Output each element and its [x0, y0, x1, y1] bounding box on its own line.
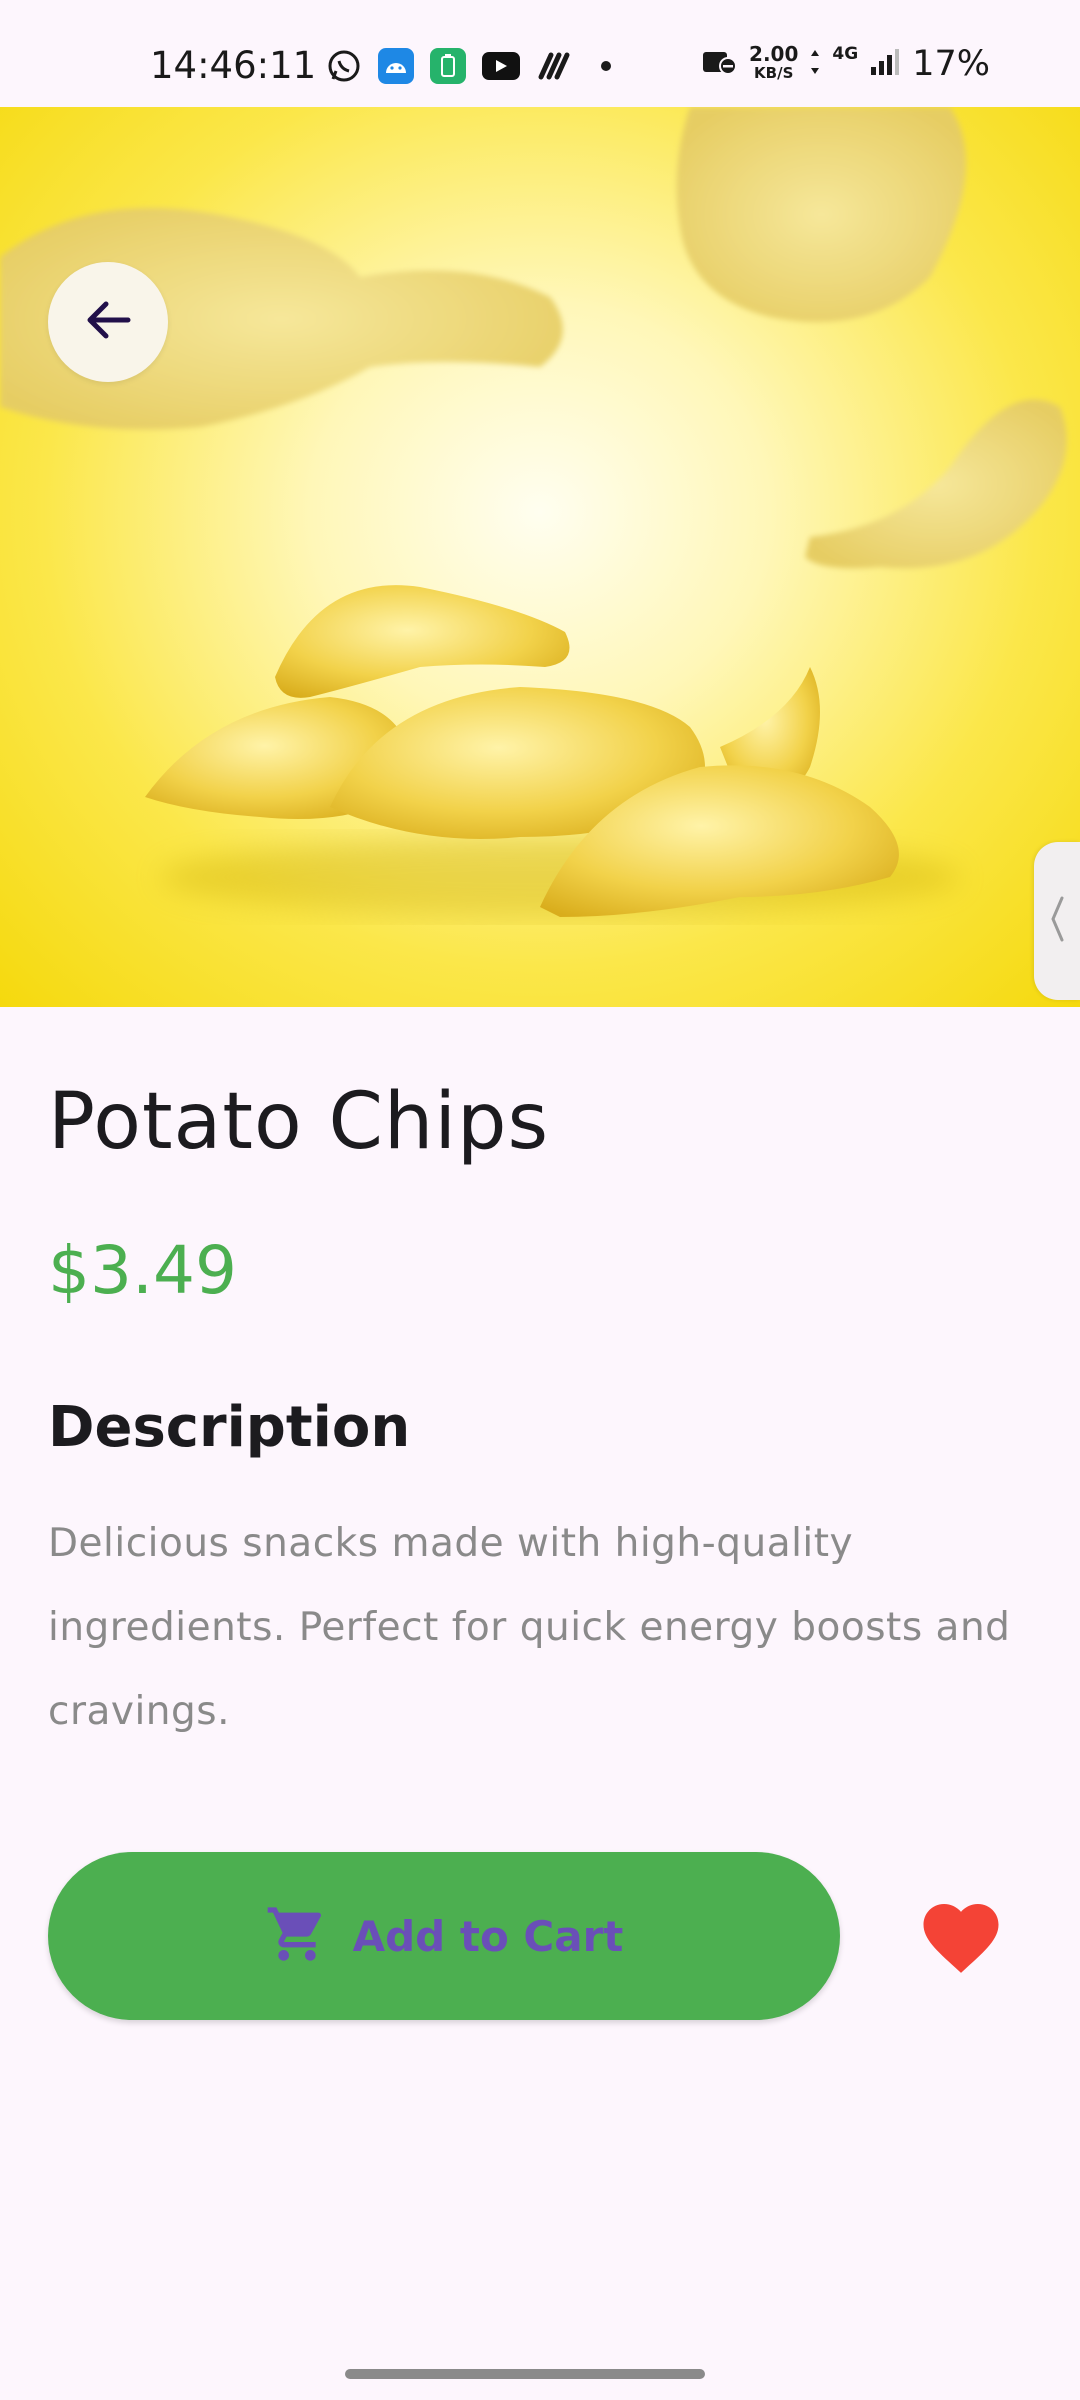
- system-status-icons: 2.00 KB/S 4G 17%: [701, 44, 990, 84]
- arrow-left-icon: [82, 294, 134, 350]
- product-title: Potato Chips: [48, 1077, 550, 1167]
- favorite-button[interactable]: [910, 1890, 1012, 1982]
- add-to-cart-button[interactable]: Add to Cart: [48, 1852, 840, 2020]
- description-text: Delicious snacks made with high-quality …: [48, 1521, 1011, 1734]
- network-speed-unit: KB/S: [754, 64, 794, 82]
- side-panel-handle[interactable]: [1034, 842, 1080, 1000]
- description-heading: Description: [48, 1395, 411, 1460]
- home-indicator[interactable]: [345, 2369, 705, 2379]
- status-bar: 14:46:11 2.00 KB/S 4G 17%: [0, 0, 1080, 107]
- back-button[interactable]: [48, 262, 168, 382]
- add-to-cart-label: Add to Cart: [352, 1911, 624, 1961]
- network-type: 4G: [832, 44, 859, 64]
- more-notifications-dot-icon: [588, 48, 624, 84]
- signal-strength-icon: [870, 47, 900, 81]
- heart-icon: [916, 1892, 1006, 1980]
- status-time: 14:46:11: [150, 44, 317, 87]
- notification-icons: [326, 48, 624, 84]
- network-speed: 2.00 KB/S: [749, 42, 799, 83]
- data-arrows-icon: [810, 48, 820, 80]
- whatsapp-icon: [326, 48, 362, 84]
- data-saver-icon: [701, 48, 738, 80]
- product-price: $3.49: [48, 1232, 237, 1309]
- shopping-cart-icon: [265, 1902, 329, 1970]
- chevron-left-icon: [1049, 894, 1065, 948]
- pen-app-icon: [536, 48, 572, 84]
- youtube-icon: [482, 52, 520, 80]
- battery-level: 17%: [912, 44, 990, 84]
- battery-saver-icon: [430, 48, 466, 84]
- network-speed-value: 2.00: [749, 42, 799, 66]
- android-icon: [378, 48, 414, 84]
- product-image: [0, 107, 1080, 1007]
- potato-chips-illustration: [0, 107, 1067, 917]
